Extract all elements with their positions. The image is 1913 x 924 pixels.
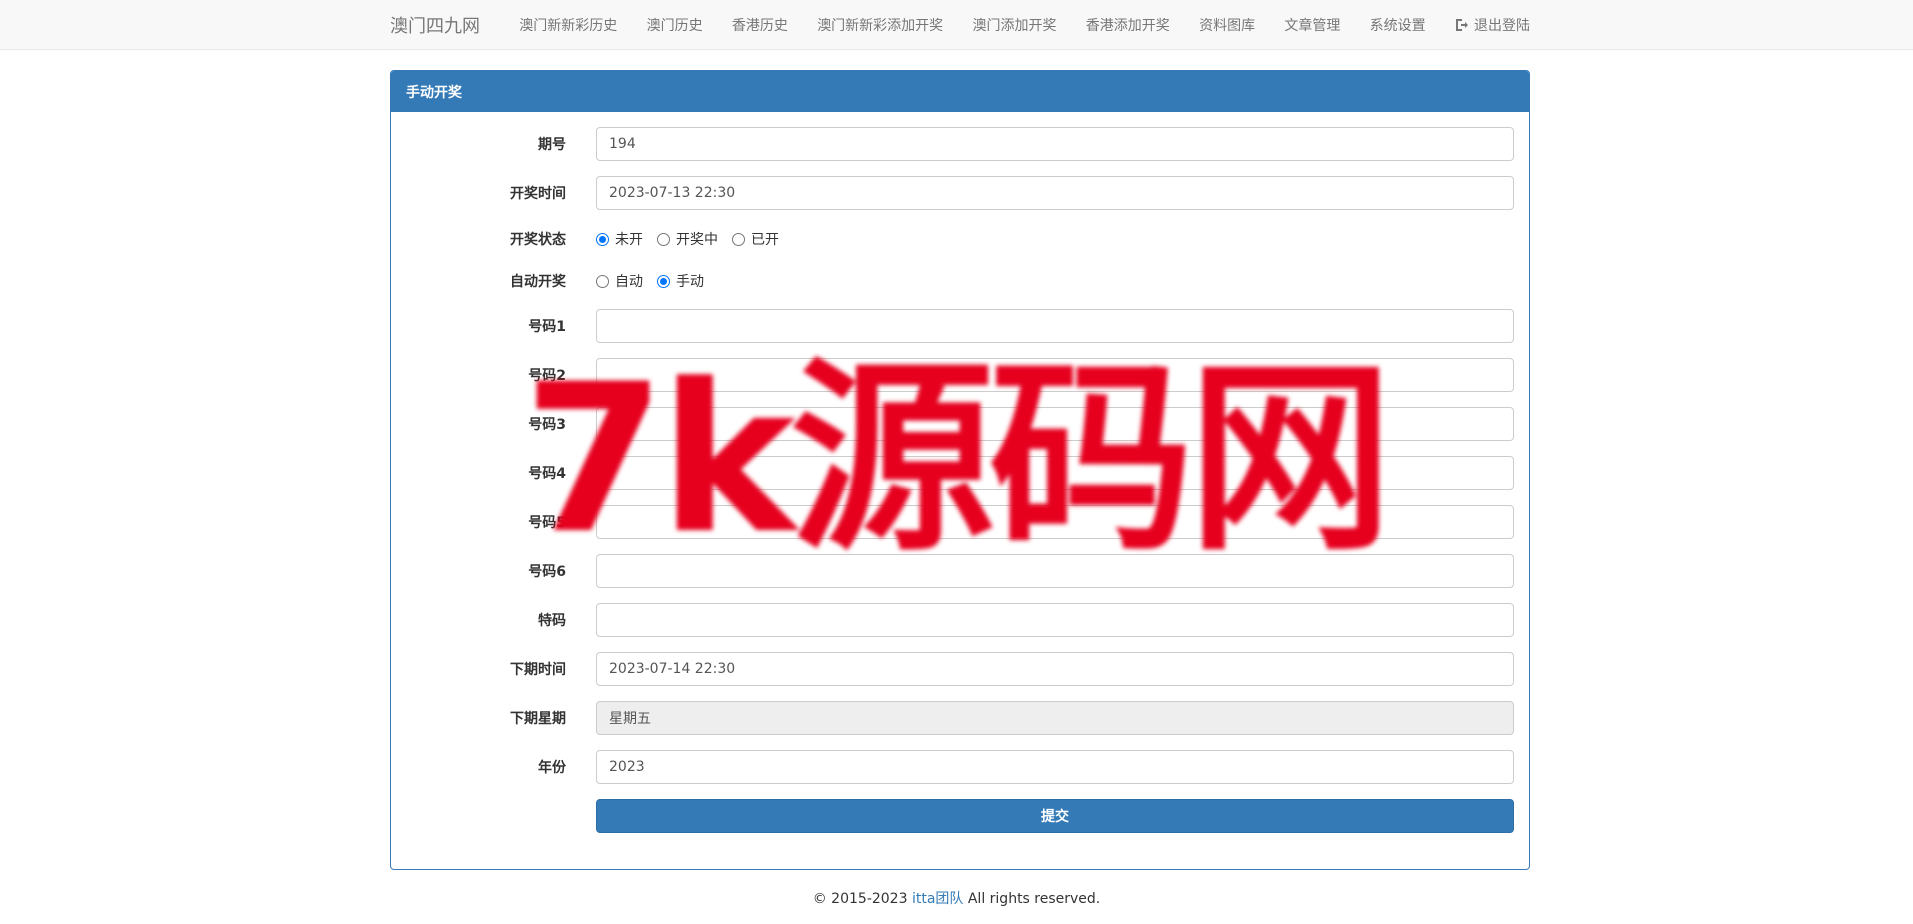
status-option-not-drawn[interactable]: 未开 — [596, 229, 643, 249]
status-option-label: 开奖中 — [676, 232, 718, 248]
issue-input[interactable] — [596, 127, 1514, 161]
number-6-input[interactable] — [596, 554, 1514, 588]
brand-link[interactable]: 澳门四九网 — [390, 12, 490, 38]
form-row-year: 年份 — [406, 750, 1514, 784]
form-row-number-5: 号码5 — [406, 505, 1514, 539]
form-row-submit: 提交 — [406, 799, 1514, 833]
special-label: 特码 — [538, 613, 566, 629]
form-row-auto: 自动开奖 自动 手动 — [406, 267, 1514, 295]
year-label: 年份 — [538, 760, 566, 776]
form-row-number-1: 号码1 — [406, 309, 1514, 343]
form-row-number-4: 号码4 — [406, 456, 1514, 490]
nav-link-macau-history[interactable]: 澳门历史 — [647, 15, 703, 35]
status-radio-group: 未开 开奖中 已开 — [596, 229, 779, 249]
form-row-number-3: 号码3 — [406, 407, 1514, 441]
status-option-label: 已开 — [751, 232, 779, 248]
number-3-input[interactable] — [596, 407, 1514, 441]
form-row-draw-time: 开奖时间 — [406, 176, 1514, 210]
issue-label: 期号 — [538, 137, 566, 153]
next-week-label: 下期星期 — [510, 711, 566, 727]
footer: © 2015-2023 itta团队 All rights reserved. — [0, 888, 1913, 908]
next-time-label: 下期时间 — [510, 662, 566, 678]
auto-radio-automatic[interactable] — [596, 274, 609, 288]
year-input[interactable] — [596, 750, 1514, 784]
form-row-number-6: 号码6 — [406, 554, 1514, 588]
number-3-label: 号码3 — [528, 417, 566, 433]
auto-option-label: 自动 — [615, 274, 643, 290]
submit-button[interactable]: 提交 — [596, 799, 1514, 833]
logout-icon — [1455, 19, 1468, 31]
form-row-special: 特码 — [406, 603, 1514, 637]
logout-label: 退出登陆 — [1473, 18, 1530, 34]
auto-label: 自动开奖 — [510, 274, 566, 290]
number-4-label: 号码4 — [528, 466, 566, 482]
auto-option-automatic[interactable]: 自动 — [596, 271, 643, 291]
draw-time-label: 开奖时间 — [510, 186, 566, 202]
nav-inner: 澳门四九网 澳门新新彩历史 澳门历史 香港历史 澳门新新彩添加开奖 澳门添加开奖… — [390, 0, 1530, 50]
top-navbar: 澳门四九网 澳门新新彩历史 澳门历史 香港历史 澳门新新彩添加开奖 澳门添加开奖… — [0, 0, 1913, 50]
form-row-next-week: 下期星期 — [406, 701, 1514, 735]
number-1-label: 号码1 — [528, 319, 566, 335]
nav-link-macau-add-draw[interactable]: 澳门添加开奖 — [972, 15, 1056, 35]
footer-rights: All rights reserved. — [963, 891, 1101, 907]
number-2-label: 号码2 — [528, 368, 566, 384]
status-option-label: 未开 — [615, 232, 643, 248]
status-radio-drawing[interactable] — [657, 232, 670, 246]
form-row-number-2: 号码2 — [406, 358, 1514, 392]
number-2-input[interactable] — [596, 358, 1514, 392]
next-time-input[interactable] — [596, 652, 1514, 686]
footer-copyright: © 2015-2023 — [812, 891, 912, 907]
logout-link[interactable]: 退出登陆 — [1455, 15, 1530, 35]
status-option-drawn[interactable]: 已开 — [732, 229, 779, 249]
nav-link-system-settings[interactable]: 系统设置 — [1370, 15, 1426, 35]
auto-option-label: 手动 — [676, 274, 704, 290]
status-radio-not-drawn[interactable] — [596, 232, 609, 246]
nav-link-hongkong-history[interactable]: 香港历史 — [732, 15, 788, 35]
panel-title: 手动开奖 — [391, 71, 1529, 112]
number-5-input[interactable] — [596, 505, 1514, 539]
special-input[interactable] — [596, 603, 1514, 637]
draw-time-input[interactable] — [596, 176, 1514, 210]
number-6-label: 号码6 — [528, 564, 566, 580]
auto-option-manual[interactable]: 手动 — [657, 271, 704, 291]
draw-form: 期号 开奖时间 开奖状态 未开 开奖中 已开 — [391, 112, 1529, 833]
next-week-input — [596, 701, 1514, 735]
auto-radio-manual[interactable] — [657, 274, 670, 288]
form-row-issue: 期号 — [406, 127, 1514, 161]
nav-link-macau-new-history[interactable]: 澳门新新彩历史 — [519, 15, 617, 35]
nav-link-macau-new-add-draw[interactable]: 澳门新新彩添加开奖 — [817, 15, 943, 35]
form-row-next-time: 下期时间 — [406, 652, 1514, 686]
nav-link-article-management[interactable]: 文章管理 — [1284, 15, 1340, 35]
status-option-drawing[interactable]: 开奖中 — [657, 229, 718, 249]
number-5-label: 号码5 — [528, 515, 566, 531]
form-row-status: 开奖状态 未开 开奖中 已开 — [406, 225, 1514, 253]
auto-radio-group: 自动 手动 — [596, 271, 704, 291]
nav-link-hongkong-add-draw[interactable]: 香港添加开奖 — [1086, 15, 1170, 35]
status-radio-drawn[interactable] — [732, 232, 745, 246]
number-1-input[interactable] — [596, 309, 1514, 343]
nav-link-image-library[interactable]: 资料图库 — [1199, 15, 1255, 35]
footer-team-link[interactable]: itta团队 — [912, 891, 963, 907]
number-4-input[interactable] — [596, 456, 1514, 490]
status-label: 开奖状态 — [510, 232, 566, 248]
manual-draw-panel: 手动开奖 期号 开奖时间 开奖状态 未开 开奖中 — [390, 70, 1530, 870]
